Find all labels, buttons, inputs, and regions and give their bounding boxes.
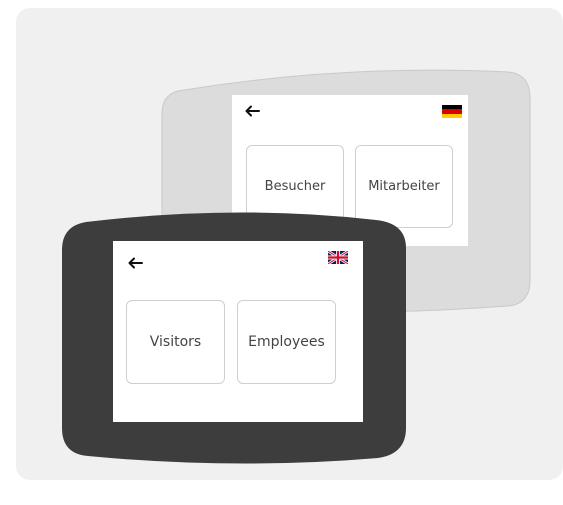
front-device-screen: Visitors Employees <box>113 241 363 422</box>
front-device: Visitors Employees <box>16 8 563 480</box>
arrow-left-icon[interactable] <box>127 257 143 269</box>
visitors-button-label: Visitors <box>149 334 202 350</box>
visitors-button[interactable]: Visitors <box>126 300 225 384</box>
employees-button[interactable]: Employees <box>237 300 336 384</box>
illustration-card: Besucher Mitarbeiter Visitors Employees <box>16 8 563 480</box>
employees-button-label: Employees <box>248 334 325 350</box>
uk-flag-icon[interactable] <box>328 251 348 264</box>
